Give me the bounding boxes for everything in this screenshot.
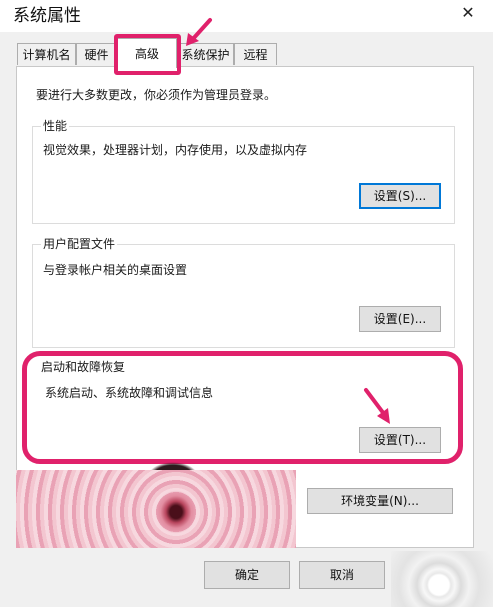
advanced-tab-highlight-box [114, 34, 181, 75]
user-profiles-description: 与登录帐户相关的桌面设置 [43, 263, 188, 277]
pointer-arrow-icon [186, 18, 212, 46]
user-profiles-settings-button[interactable]: 设置(E)... [359, 306, 441, 332]
user-profiles-group: 用户配置文件 与登录帐户相关的桌面设置 设置(E)... [32, 236, 455, 348]
performance-settings-button[interactable]: 设置(S)... [359, 183, 441, 209]
decorative-photo-overlay [16, 470, 296, 548]
close-icon[interactable]: ✕ [452, 2, 484, 24]
ok-button[interactable]: 确定 [204, 561, 290, 589]
performance-description: 视觉效果，处理器计划，内存使用，以及虚拟内存 [43, 143, 308, 157]
performance-title: 性能 [41, 118, 70, 134]
performance-group: 性能 视觉效果，处理器计划，内存使用，以及虚拟内存 设置(S)... [32, 118, 455, 224]
decorative-corner-image [391, 551, 493, 607]
window-title: 系统属性 [13, 6, 81, 26]
title-bar: 系统属性 ✕ [0, 0, 493, 32]
tab-computer-name[interactable]: 计算机名 [17, 43, 76, 65]
tab-hardware[interactable]: 硬件 [76, 43, 117, 65]
environment-variables-button[interactable]: 环境变量(N)... [307, 488, 453, 514]
admin-note: 要进行大多数更改，你必须作为管理员登录。 [36, 88, 277, 102]
user-profiles-title: 用户配置文件 [41, 236, 118, 252]
system-properties-window: 系统属性 ✕ 计算机名 硬件 高级 系统保护 远程 要进行大多数更改，你必须作为… [0, 0, 493, 607]
cancel-button[interactable]: 取消 [299, 561, 385, 589]
pointer-arrow-icon [364, 388, 390, 424]
startup-recovery-highlight-box [22, 351, 463, 464]
tab-remote[interactable]: 远程 [234, 43, 277, 65]
